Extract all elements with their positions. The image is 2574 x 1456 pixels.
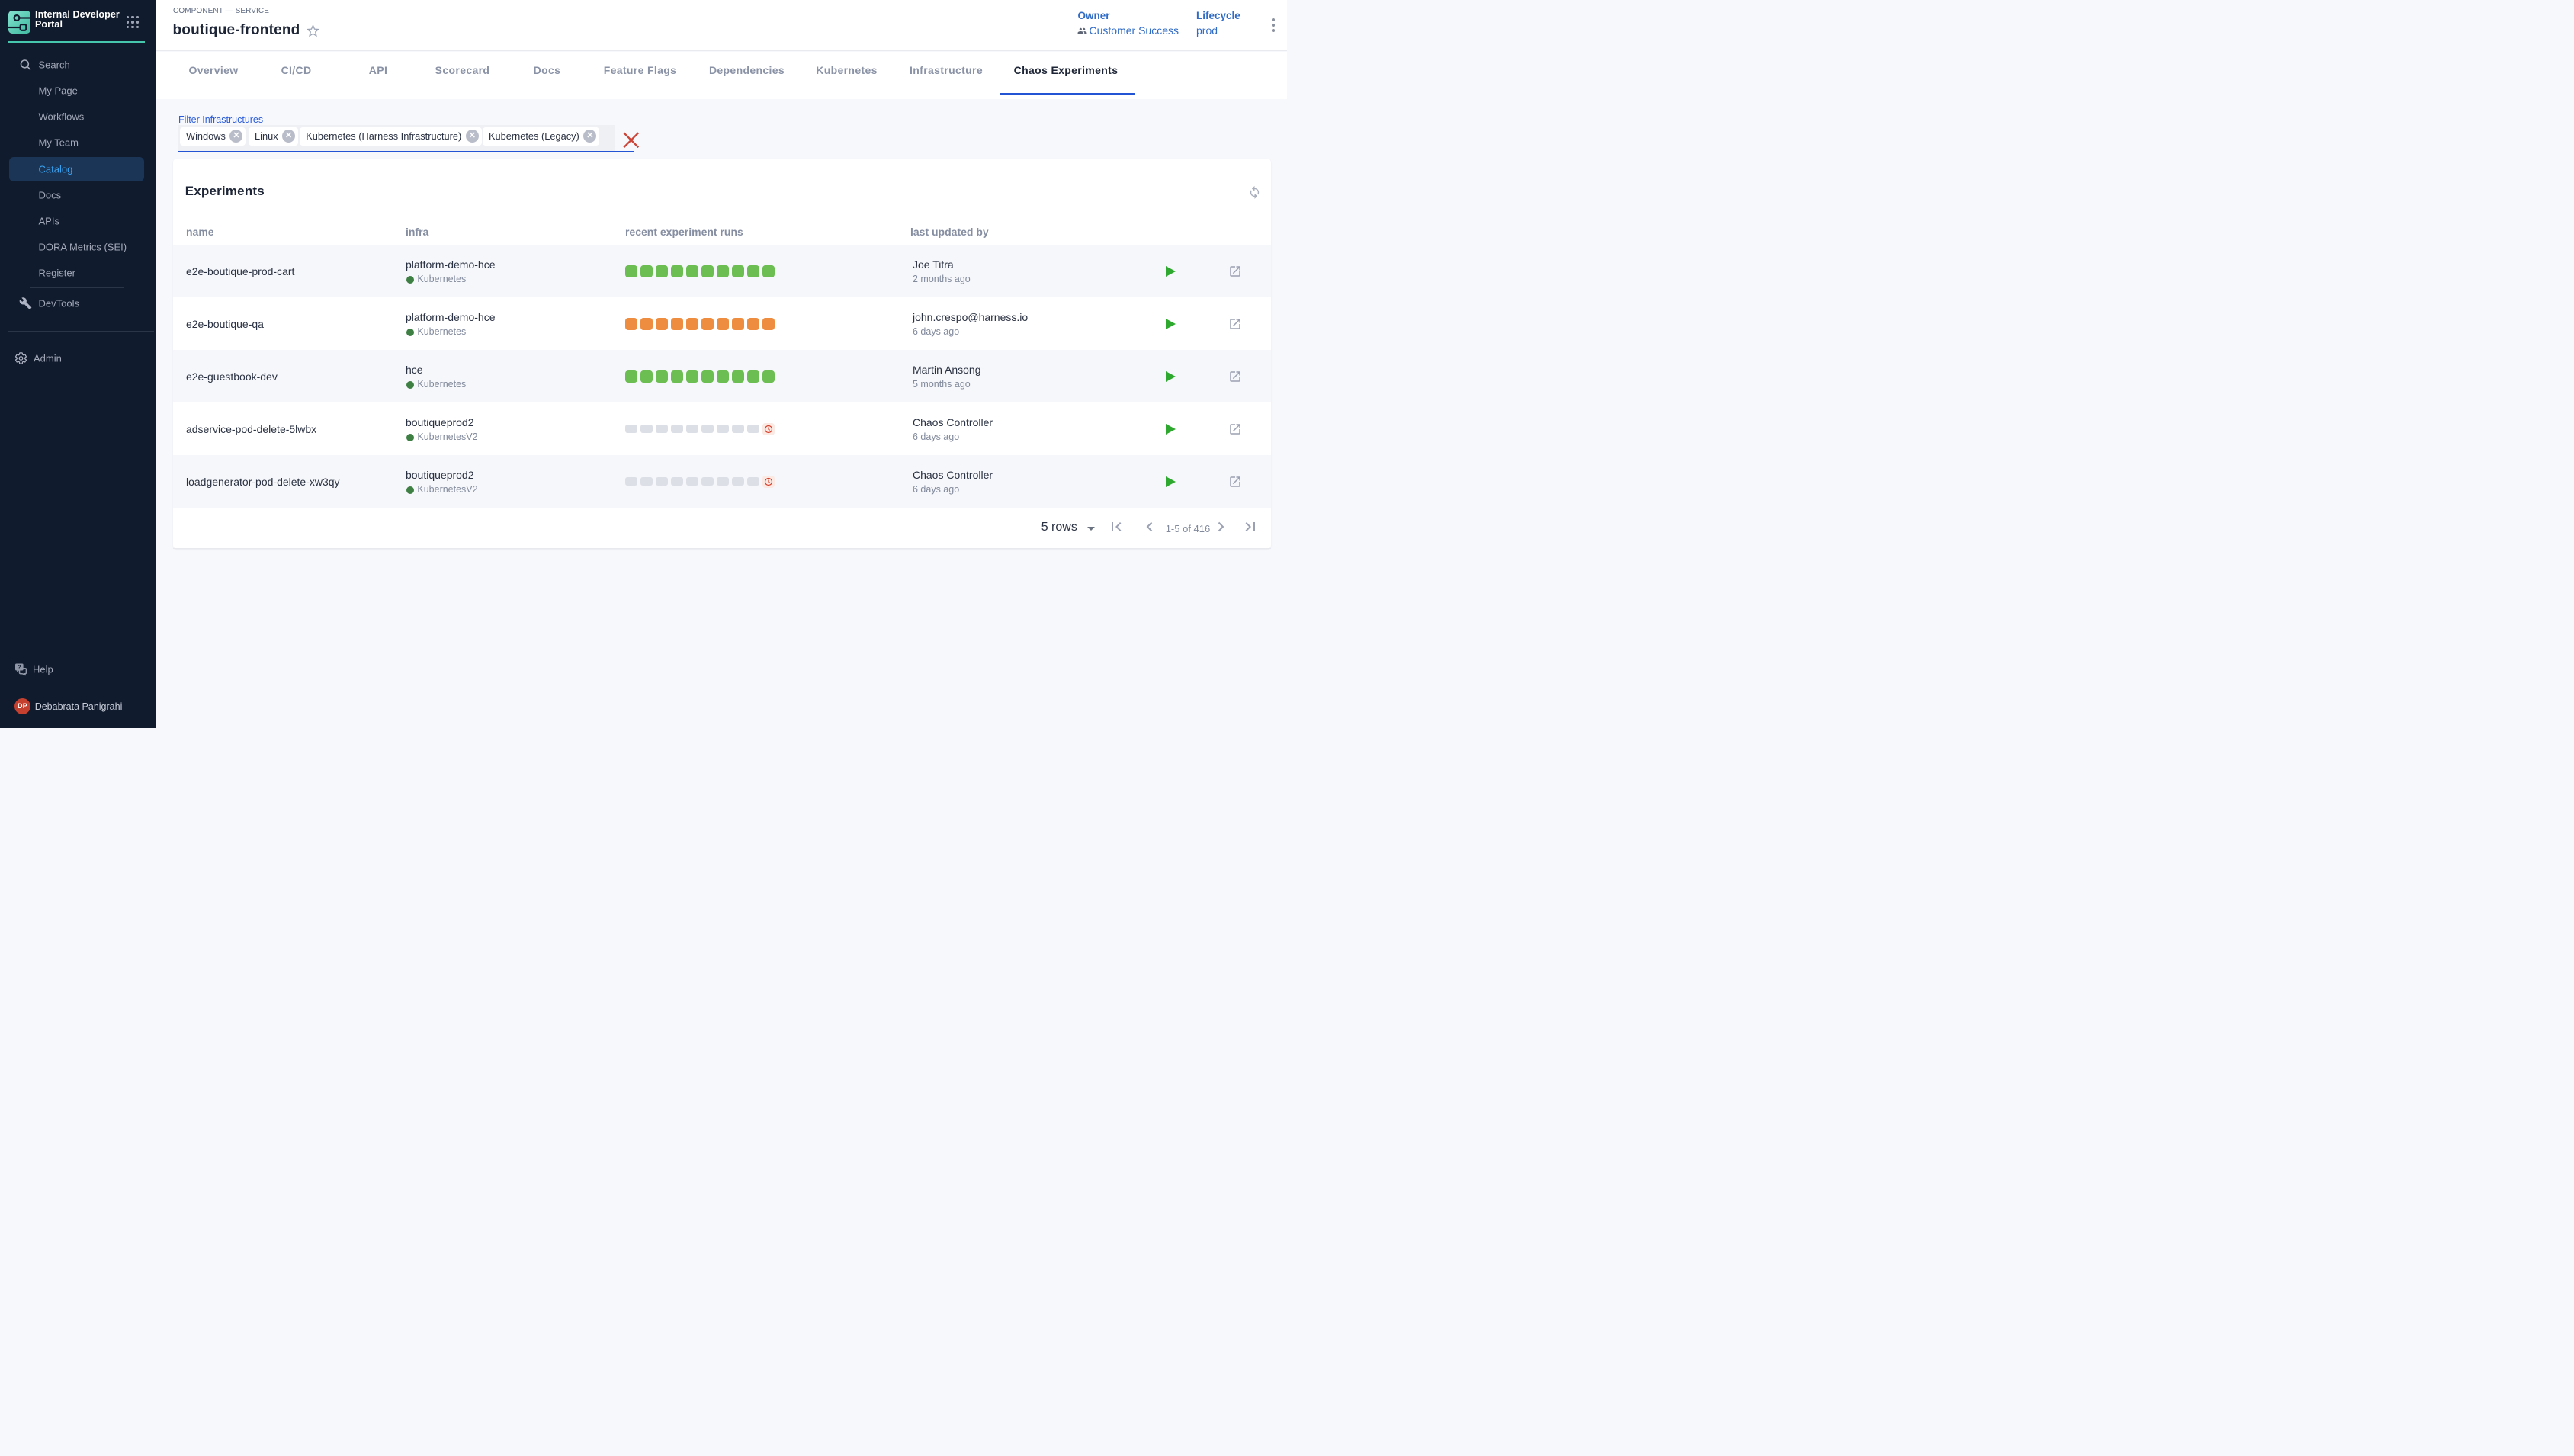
svg-text:?: ?	[18, 663, 21, 670]
